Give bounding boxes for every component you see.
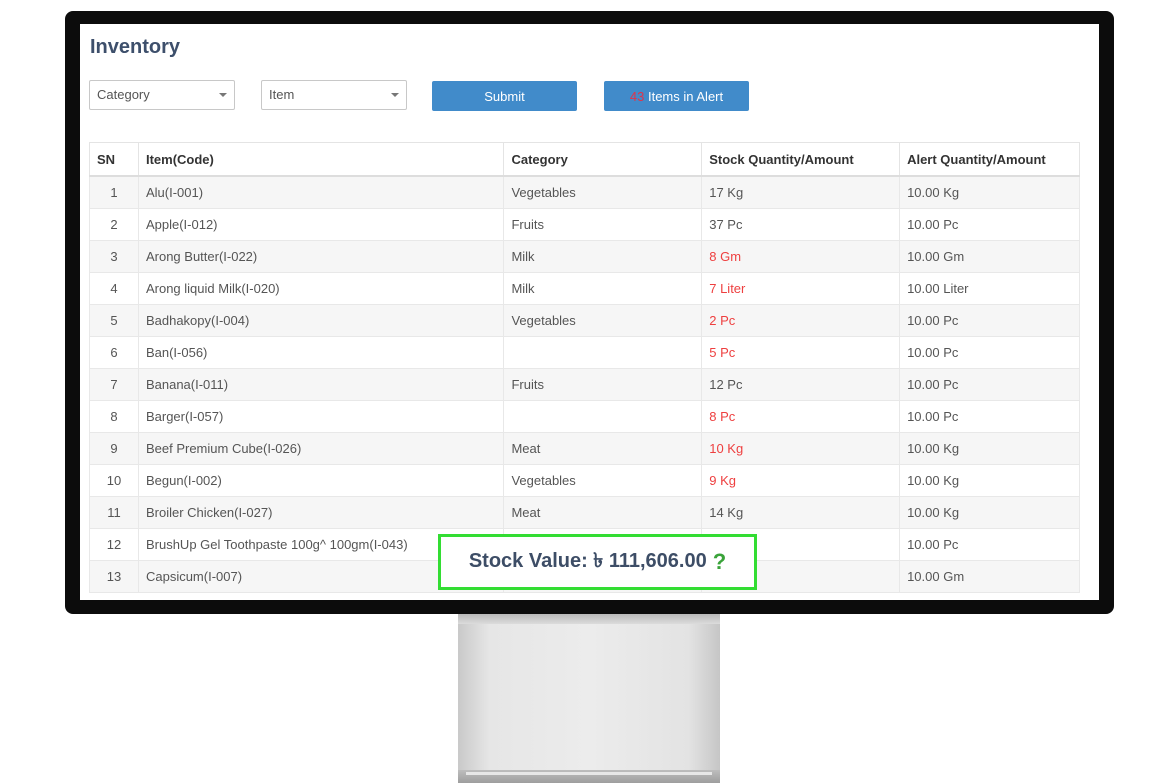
cell-category xyxy=(503,400,703,433)
cell-stock: 8 Gm xyxy=(701,240,901,273)
cell-alert: 10.00 Pc xyxy=(899,528,1080,561)
cell-category: Vegetables xyxy=(503,175,703,209)
table-row: 4 Arong liquid Milk(I-020) Milk 7 Liter 10.0… xyxy=(89,272,1080,305)
cell-item: Begun(I-002) xyxy=(137,464,505,497)
column-header-stock: Stock Quantity/Amount xyxy=(701,142,901,177)
cell-sn: 6 xyxy=(89,336,139,369)
category-select-label: Category xyxy=(97,87,150,102)
table-row: 8 Barger(I-057) 8 Pc 10.00 Pc xyxy=(89,400,1080,433)
cell-stock: 17 Kg xyxy=(701,175,901,209)
column-header-alert: Alert Quantity/Amount xyxy=(899,142,1080,177)
cell-alert: 10.00 Kg xyxy=(899,464,1080,497)
cell-category: Milk xyxy=(503,240,703,273)
cell-sn: 1 xyxy=(89,175,139,209)
cell-stock: 5 Pc xyxy=(701,336,901,369)
stock-value-box: Stock Value: ৳ 111,606.00 ? xyxy=(438,534,757,590)
table-row: 11 Broiler Chicken(I-027) Meat 14 Kg 10.00 K… xyxy=(89,496,1080,529)
cell-stock: 9 Kg xyxy=(701,464,901,497)
cell-sn: 12 xyxy=(89,528,139,561)
cell-sn: 4 xyxy=(89,272,139,305)
alert-count: 43 xyxy=(629,89,645,104)
cell-sn: 13 xyxy=(89,560,139,593)
column-header-category: Category xyxy=(503,142,703,177)
column-header-sn: SN xyxy=(89,142,139,177)
cell-item: Arong Butter(I-022) xyxy=(137,240,505,273)
cell-category: Meat xyxy=(503,432,703,465)
cell-sn: 9 xyxy=(89,432,139,465)
cell-category: Meat xyxy=(503,496,703,529)
cell-stock: 12 Pc xyxy=(701,368,901,401)
cell-item: Barger(I-057) xyxy=(137,400,505,433)
help-icon[interactable]: ? xyxy=(713,549,726,575)
submit-button[interactable]: Submit xyxy=(432,81,577,111)
cell-sn: 2 xyxy=(89,208,139,241)
cell-category: Vegetables xyxy=(503,304,703,337)
cell-item: Ban(I-056) xyxy=(137,336,505,369)
cell-stock: 10 Kg xyxy=(701,432,901,465)
cell-alert: 10.00 Kg xyxy=(899,175,1080,209)
cell-sn: 3 xyxy=(89,240,139,273)
table-row: 7 Banana(I-011) Fruits 12 Pc 10.00 Pc xyxy=(89,368,1080,401)
table-row: 5 Badhakopy(I-004) Vegetables 2 Pc 10.00 Pc xyxy=(89,304,1080,337)
cell-alert: 10.00 Kg xyxy=(899,432,1080,465)
stock-value-text: Stock Value: ৳ 111,606.00 xyxy=(468,549,707,572)
cell-sn: 5 xyxy=(89,304,139,337)
cell-stock: 2 Pc xyxy=(701,304,901,337)
cell-alert: 10.00 Pc xyxy=(899,304,1080,337)
cell-category: Vegetables xyxy=(503,464,703,497)
chevron-down-icon xyxy=(219,93,227,97)
monitor-stand xyxy=(458,614,720,783)
table-row: 2 Apple(I-012) Fruits 37 Pc 10.00 Pc xyxy=(89,208,1080,241)
cell-alert: 10.00 Gm xyxy=(899,560,1080,593)
cell-item: Beef Premium Cube(I-026) xyxy=(137,432,505,465)
column-header-item: Item(Code) xyxy=(137,142,505,177)
page-title: Inventory xyxy=(90,36,181,58)
cell-sn: 11 xyxy=(89,496,139,529)
table-header-row: SN Item(Code) Category Stock Quantity/Am… xyxy=(89,142,1080,177)
table-row: 9 Beef Premium Cube(I-026) Meat 10 Kg 10.00 … xyxy=(89,432,1080,465)
cell-alert: 10.00 Pc xyxy=(899,336,1080,369)
cell-alert: 10.00 Pc xyxy=(899,208,1080,241)
cell-alert: 10.00 Kg xyxy=(899,496,1080,529)
cell-sn: 8 xyxy=(89,400,139,433)
table-body: 1 Alu(I-001) Vegetables 17 Kg 10.00 Kg 2 Apple… xyxy=(89,175,1080,593)
cell-item: Broiler Chicken(I-027) xyxy=(137,496,505,529)
alert-label: Items in Alert xyxy=(644,89,724,104)
cell-item: Badhakopy(I-004) xyxy=(137,304,505,337)
cell-item: Banana(I-011) xyxy=(137,368,505,401)
item-select[interactable]: Item xyxy=(261,80,407,110)
cell-sn: 7 xyxy=(89,368,139,401)
table-row: 10 Begun(I-002) Vegetables 9 Kg 10.00 Kg xyxy=(89,464,1080,497)
cell-item: Apple(I-012) xyxy=(137,208,505,241)
cell-stock: 37 Pc xyxy=(701,208,901,241)
cell-category: Fruits xyxy=(503,208,703,241)
chevron-down-icon xyxy=(391,93,399,97)
inventory-table: SN Item(Code) Category Stock Quantity/Am… xyxy=(89,142,1080,593)
item-select-label: Item xyxy=(269,87,295,102)
cell-item: Alu(I-001) xyxy=(137,175,505,209)
cell-stock: 7 Liter xyxy=(701,272,901,305)
cell-alert: 10.00 Gm xyxy=(899,240,1080,273)
monitor-screen: Inventory Category Item Submit 43 Items … xyxy=(80,24,1099,600)
table-row: 1 Alu(I-001) Vegetables 17 Kg 10.00 Kg xyxy=(89,175,1080,209)
cell-sn: 10 xyxy=(89,464,139,497)
cell-category: Fruits xyxy=(503,368,703,401)
cell-item: Arong liquid Milk(I-020) xyxy=(137,272,505,305)
table-row: 3 Arong Butter(I-022) Milk 8 Gm 10.00 Gm xyxy=(89,240,1080,273)
cell-stock: 8 Pc xyxy=(701,400,901,433)
monitor-stand-base xyxy=(458,770,720,783)
cell-alert: 10.00 Pc xyxy=(899,400,1080,433)
table-row: 6 Ban(I-056) 5 Pc 10.00 Pc xyxy=(89,336,1080,369)
cell-category xyxy=(503,336,703,369)
category-select[interactable]: Category xyxy=(89,80,235,110)
items-in-alert-button[interactable]: 43 Items in Alert xyxy=(604,81,749,111)
cell-alert: 10.00 Liter xyxy=(899,272,1080,305)
cell-stock: 14 Kg xyxy=(701,496,901,529)
cell-category: Milk xyxy=(503,272,703,305)
cell-alert: 10.00 Pc xyxy=(899,368,1080,401)
